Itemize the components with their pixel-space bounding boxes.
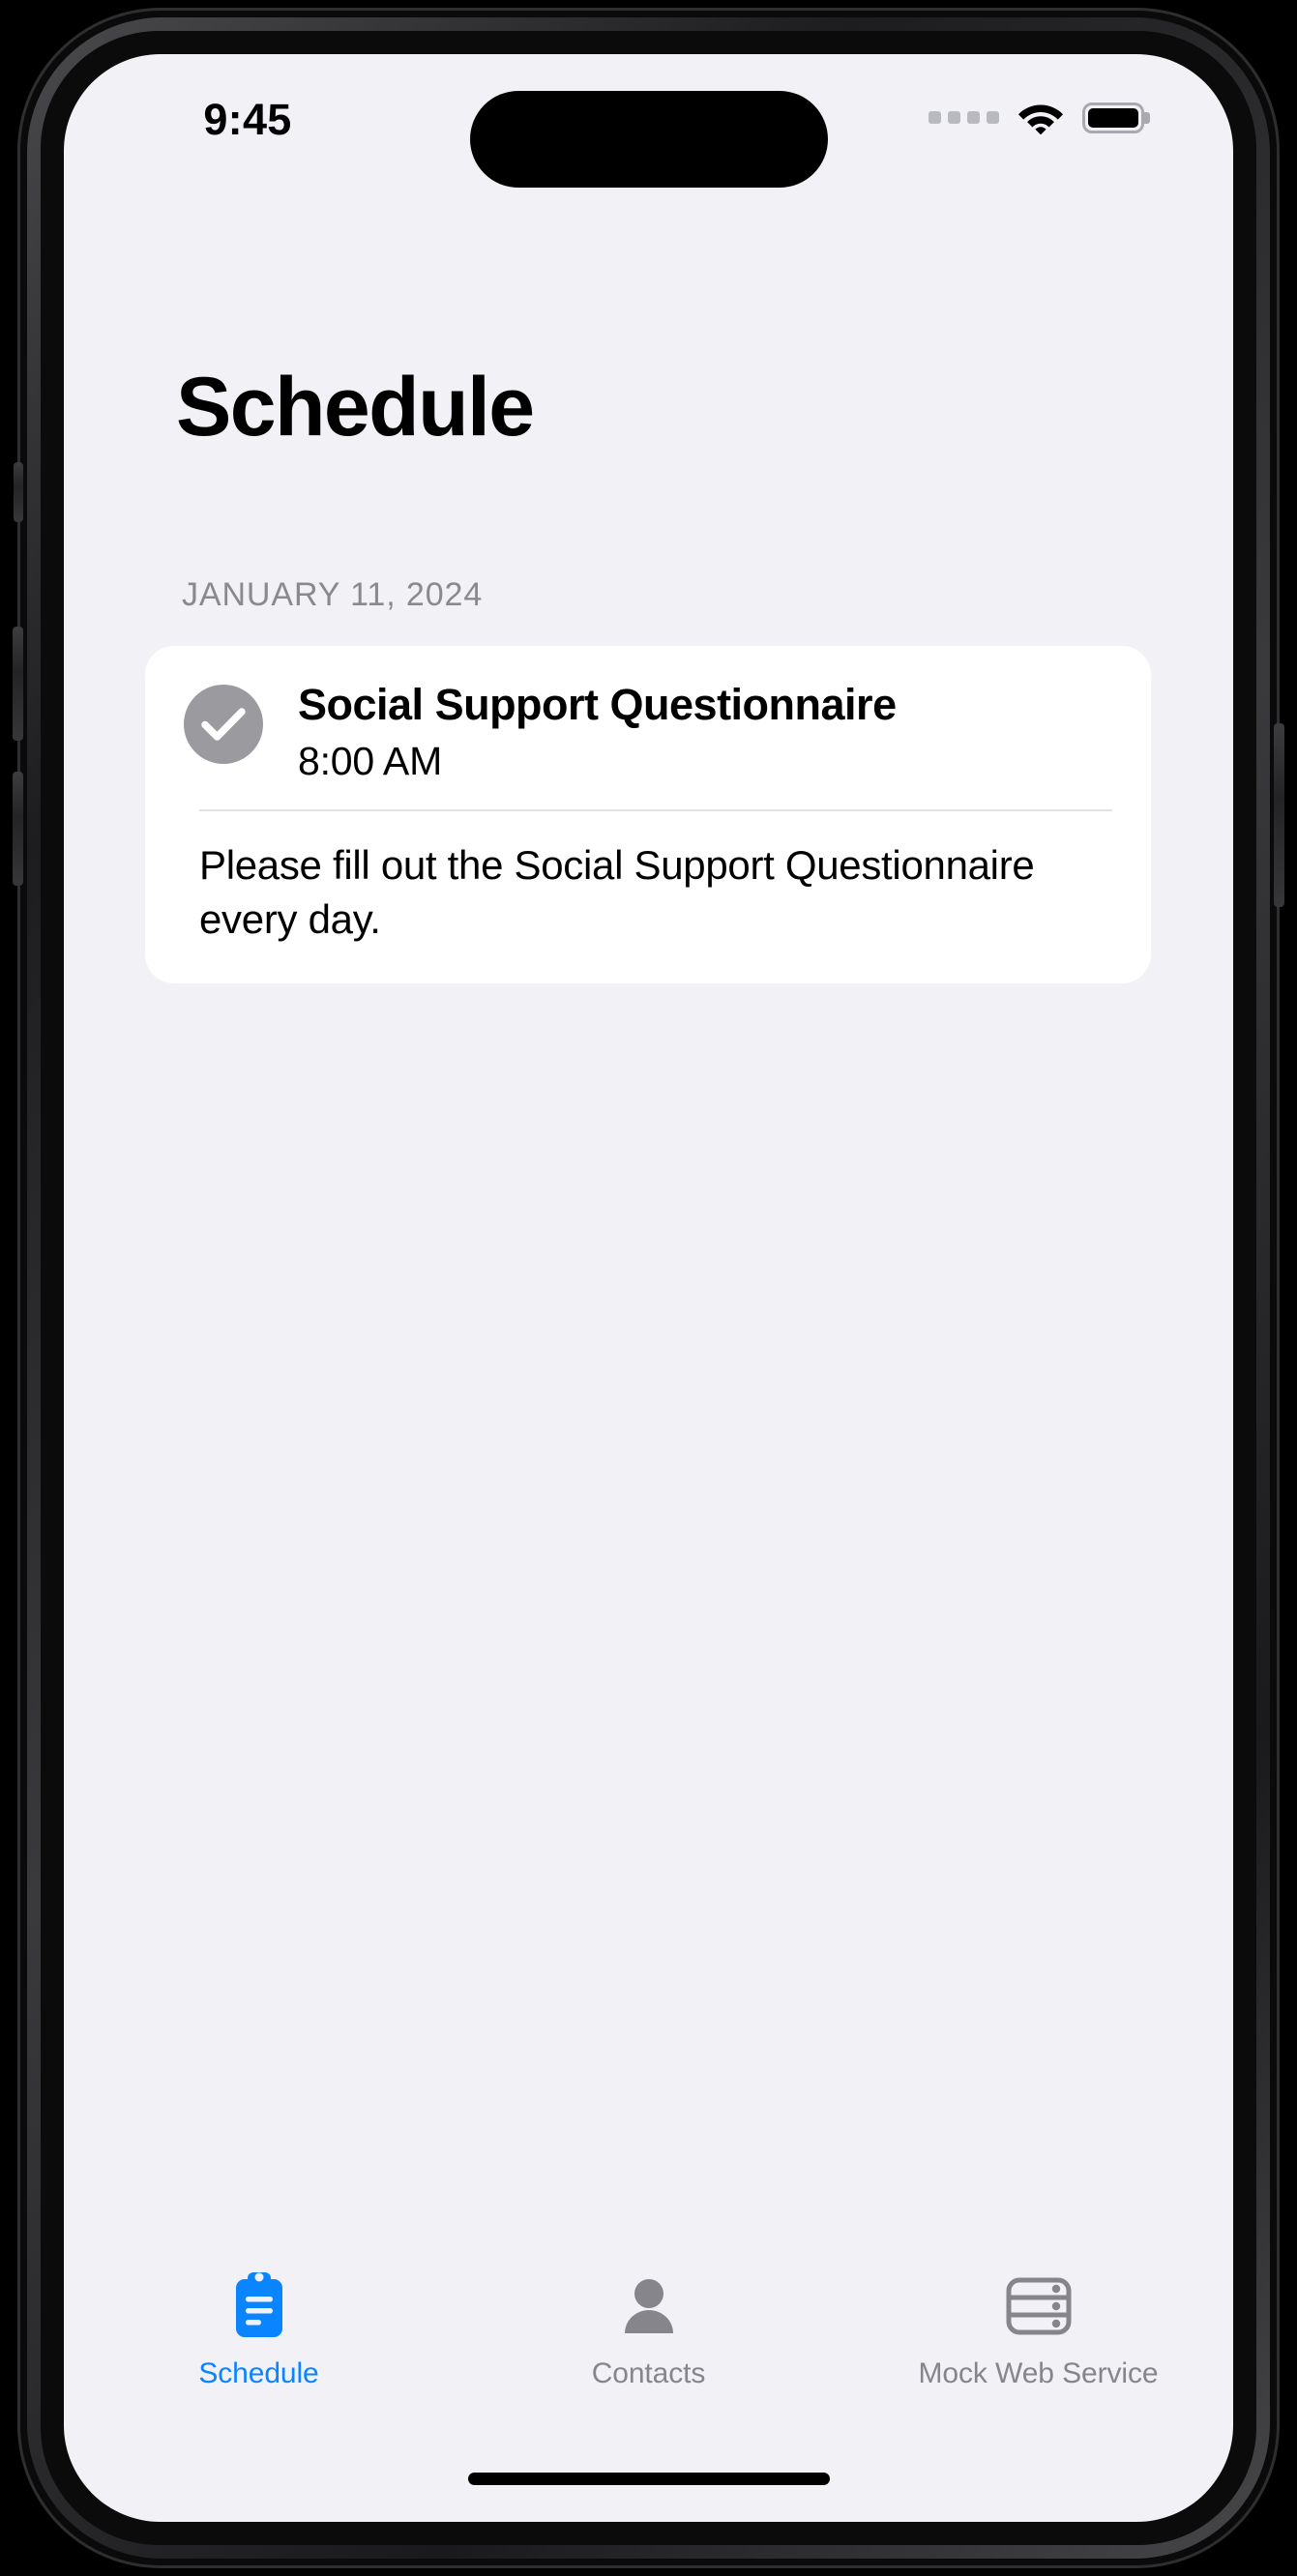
schedule-date-header: JANUARY 11, 2024 [182, 576, 484, 613]
power-button[interactable] [1274, 723, 1284, 907]
status-bar: 9:45 [64, 54, 1233, 201]
task-card[interactable]: Social Support Questionnaire 8:00 AM Ple… [145, 646, 1151, 984]
cellular-dots-icon [929, 111, 999, 124]
tab-label-schedule: Schedule [198, 2357, 319, 2389]
tab-label-mock-web-service: Mock Web Service [918, 2357, 1159, 2389]
task-card-header: Social Support Questionnaire 8:00 AM [145, 646, 1151, 809]
silent-switch-button[interactable] [14, 462, 23, 522]
tab-label-contacts: Contacts [591, 2357, 706, 2389]
status-bar-time: 9:45 [203, 95, 292, 144]
tab-bar: Schedule Contacts Mock Web Service [64, 2257, 1233, 2441]
device-frame: 9:45 Schedule JANUARY 11, 2024 Social Su… [13, 8, 1284, 2568]
checkmark-circle-icon[interactable] [184, 685, 263, 764]
task-description: Please fill out the Social Support Quest… [199, 842, 1035, 943]
tab-mock-web-service[interactable]: Mock Web Service [843, 2257, 1233, 2390]
person-icon [619, 2270, 679, 2342]
clipboard-icon [230, 2270, 288, 2342]
dynamic-island [469, 91, 828, 188]
phone-screen: 9:45 Schedule JANUARY 11, 2024 Social Su… [64, 54, 1233, 2522]
home-indicator[interactable] [467, 2473, 830, 2485]
tab-schedule[interactable]: Schedule [64, 2257, 454, 2390]
wifi-icon [1017, 101, 1064, 134]
task-title: Social Support Questionnaire [298, 680, 897, 729]
page-title: Schedule [176, 361, 535, 454]
tab-contacts[interactable]: Contacts [454, 2257, 843, 2390]
battery-full-icon [1082, 102, 1144, 133]
volume-up-button[interactable] [13, 627, 23, 741]
volume-down-button[interactable] [13, 772, 23, 886]
server-rack-icon [1004, 2270, 1074, 2342]
task-time: 8:00 AM [298, 739, 443, 784]
task-card-text: Social Support Questionnaire 8:00 AM [298, 679, 897, 784]
status-bar-icons [929, 101, 1144, 134]
